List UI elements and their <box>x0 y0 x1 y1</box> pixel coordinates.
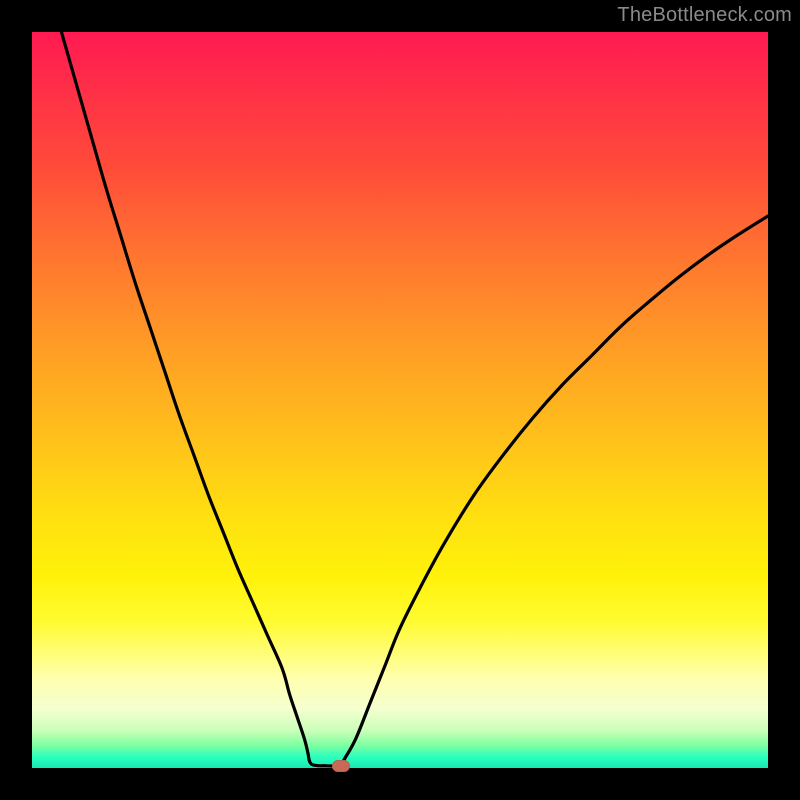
bottleneck-curve <box>61 32 768 766</box>
watermark-text: TheBottleneck.com <box>617 4 792 27</box>
minimum-marker <box>332 760 350 772</box>
chart-plot-area <box>32 32 768 768</box>
chart-frame: TheBottleneck.com <box>0 0 800 800</box>
curve-svg <box>32 32 768 768</box>
